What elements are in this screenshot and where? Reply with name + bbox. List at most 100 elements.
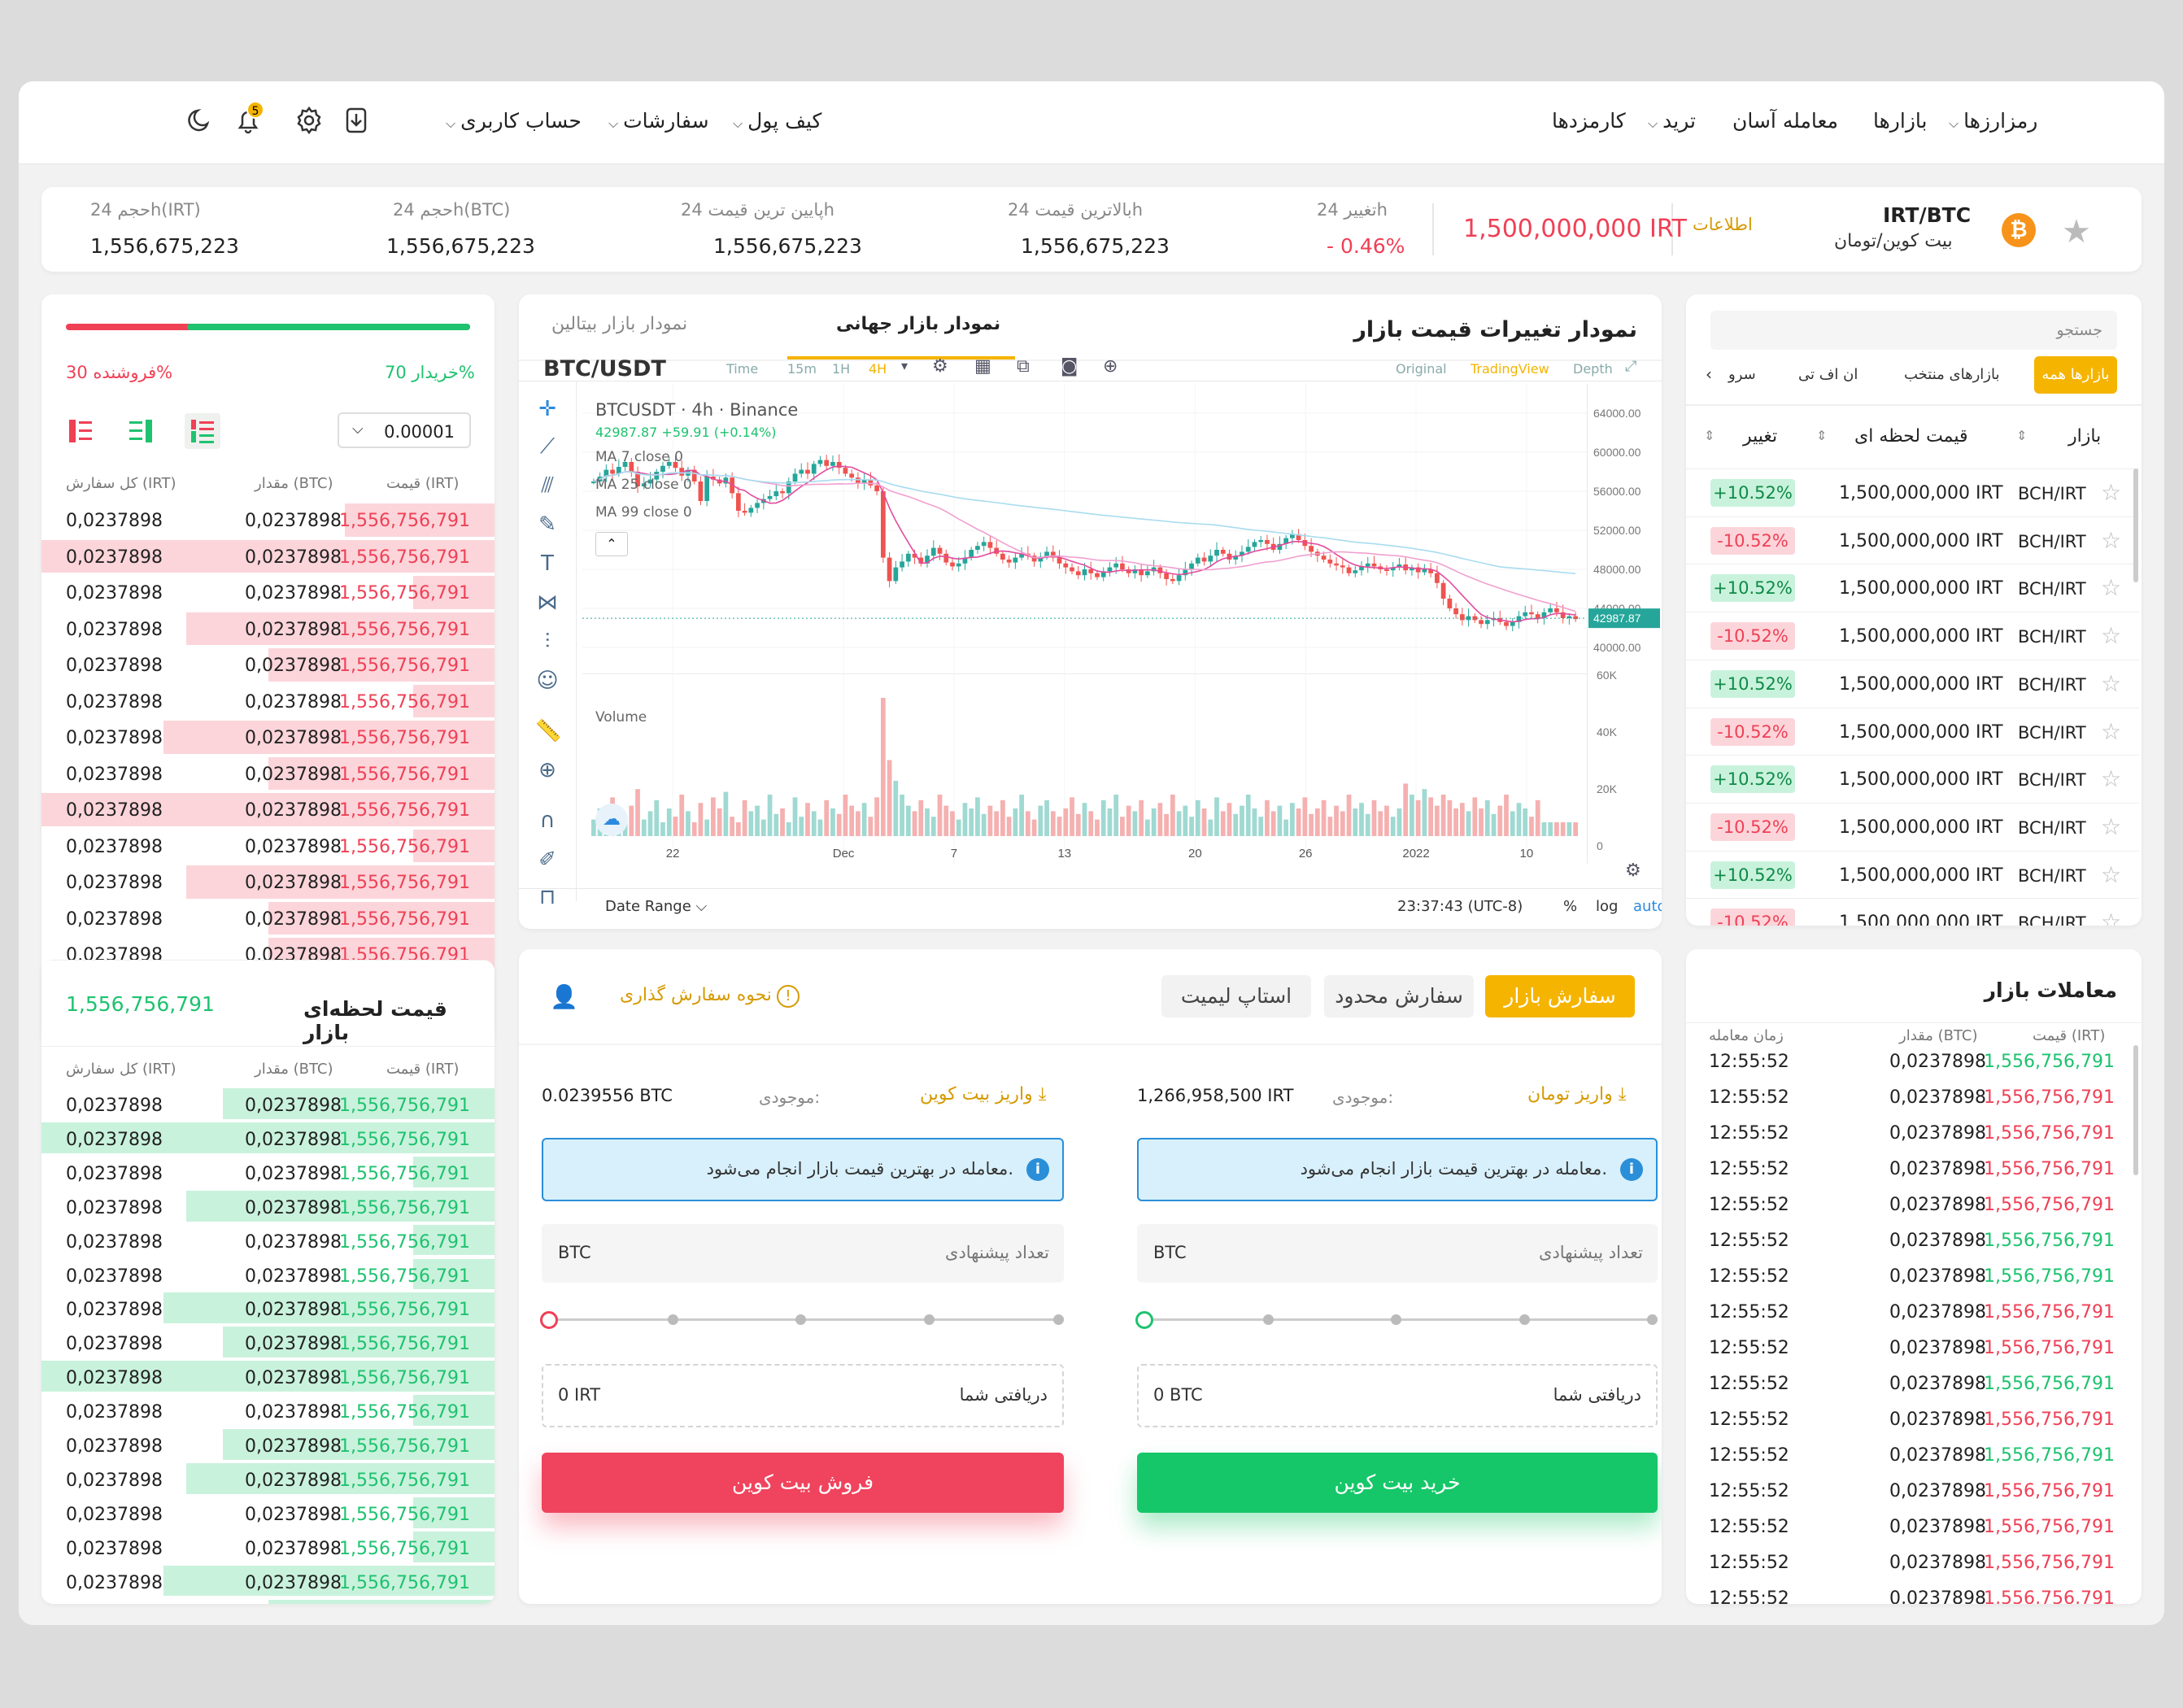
market-row[interactable]: +10.52% 1,500,000,000 IRT BCH/IRT ☆ (1686, 659, 2139, 707)
favorite-star-icon[interactable]: ☆ (2101, 765, 2121, 792)
tab-stop-limit[interactable]: استاپ لیمیت (1161, 975, 1311, 1017)
chart-settings-icon[interactable]: ⚙ (1625, 861, 1641, 881)
orderbook-row[interactable]: 1,556,756,7910,02378980,0237898 (41, 792, 495, 829)
view-both-icon[interactable] (185, 413, 220, 449)
buy-amount-input[interactable]: تعداد پیشنهادی BTC (1137, 1224, 1658, 1283)
magnet-icon[interactable]: ∩ (535, 808, 560, 833)
orderbook-row[interactable]: 1,556,756,7910,02378980,0237898 (41, 901, 495, 938)
orderbook-row[interactable]: 1,556,756,7910,02378980,0237898 (41, 1599, 495, 1604)
indicators-icon[interactable]: ⚙ (932, 356, 948, 377)
market-row[interactable]: -10.52% 1,500,000,000 IRT BCH/IRT ☆ (1686, 707, 2139, 755)
collapse-legend-button[interactable]: ⌃ (595, 532, 628, 556)
sort-icon[interactable]: ⇕ (1816, 428, 1827, 443)
orderbook-row[interactable]: 1,556,756,7910,02378980,0237898 (41, 575, 495, 612)
orderbook-row[interactable]: 1,556,756,7910,02378980,0237898 (41, 1156, 495, 1190)
market-row[interactable]: +10.52% 1,500,000,000 IRT BCH/IRT ☆ (1686, 850, 2139, 898)
market-row[interactable]: +10.52% 1,500,000,000 IRT BCH/IRT ☆ (1686, 564, 2139, 611)
orderbook-row[interactable]: 1,556,756,7910,02378980,0237898 (41, 1531, 495, 1565)
crosshair-icon[interactable]: ✛ (535, 397, 560, 421)
tab-bitalin-chart[interactable]: نمودار بازار بیتالین (551, 314, 687, 334)
date-range-button[interactable]: Date Range ⌵ (605, 898, 707, 915)
emoji-icon[interactable]: ☺ (535, 669, 560, 693)
zoom-in-icon[interactable]: ⊕ (535, 758, 560, 782)
orderbook-row[interactable]: 1,556,756,7910,02378980,0237898 (41, 1258, 495, 1292)
nav-crypto[interactable]: ⌵ رمزارزها (1949, 109, 2037, 133)
slider-step[interactable] (795, 1314, 806, 1325)
orderbook-row[interactable]: 1,556,756,7910,02378980,0237898 (41, 612, 495, 648)
col-market[interactable]: بازار (2068, 426, 2101, 447)
pattern-tool-icon[interactable]: ⋈ (535, 590, 560, 615)
sort-icon[interactable]: ⇕ (2016, 428, 2027, 443)
ruler-icon[interactable]: 📏 (535, 719, 561, 743)
orderbook-row[interactable]: 1,556,756,7910,02378980,0237898 (41, 1122, 495, 1156)
scale-percent[interactable]: % (1563, 898, 1577, 915)
view-depth[interactable]: Depth (1573, 361, 1613, 377)
orderbook-row[interactable]: 1,556,756,7910,02378980,0237898 (41, 503, 495, 539)
orderbook-row[interactable]: 1,556,756,7910,02378980,0237898 (41, 1394, 495, 1428)
nav-easy-trade[interactable]: معامله آسان (1732, 109, 1838, 133)
nav-fees[interactable]: کارمزدها (1552, 109, 1626, 133)
tab-market-order[interactable]: سفارش بازار (1485, 975, 1635, 1017)
orderbook-row[interactable]: 1,556,756,7910,02378980,0237898 (41, 684, 495, 721)
favorite-star-icon[interactable]: ☆ (2101, 861, 2121, 888)
favorite-star-icon[interactable]: ☆ (2101, 718, 2121, 745)
sort-icon[interactable]: ⇕ (1704, 428, 1715, 443)
timeframe-time[interactable]: Time (726, 361, 758, 377)
orderbook-row[interactable]: 1,556,756,7910,02378980,0237898 (41, 647, 495, 684)
slider-handle[interactable] (540, 1311, 558, 1329)
orderbook-row[interactable]: 1,556,756,7910,02378980,0237898 (41, 1462, 495, 1497)
grid-layout-icon[interactable]: ▦ (974, 356, 991, 377)
scrollbar[interactable] (2133, 1045, 2138, 1175)
trendline-icon[interactable]: ⟋ (535, 434, 560, 459)
price-chart[interactable]: 64000.00 60000.00 56000.00 52000.00 48000.00… (582, 384, 1662, 864)
orderbook-row[interactable]: 1,556,756,7910,02378980,0237898 (41, 1565, 495, 1599)
orderbook-row[interactable]: 1,556,756,7910,02378980,0237898 (41, 865, 495, 901)
slider-step[interactable] (1647, 1314, 1658, 1325)
orderbook-row[interactable]: 1,556,756,7910,02378980,0237898 (41, 1497, 495, 1531)
col-current-price[interactable]: قیمت لحظه ای (1854, 426, 1968, 447)
timeframe-15m[interactable]: 15m (787, 361, 817, 377)
add-indicator-icon[interactable]: ⊕ (1103, 356, 1118, 377)
camera-icon[interactable]: ◙ (1061, 356, 1078, 377)
market-search-input[interactable]: جستجو (1710, 311, 2117, 350)
deposit-toman-link[interactable]: واریز تومان ⤓ (1527, 1084, 1626, 1105)
view-tradingview[interactable]: TradingView (1471, 361, 1549, 377)
tab-more[interactable]: سرو (1728, 366, 1756, 383)
slider-step[interactable] (1263, 1314, 1274, 1325)
scale-auto[interactable]: auto (1633, 898, 1662, 915)
market-row[interactable]: +10.52% 1,500,000,000 IRT BCH/IRT ☆ (1686, 468, 2139, 516)
precision-select[interactable]: ⌵ 0.00001 (338, 412, 471, 448)
slider-step[interactable] (924, 1314, 935, 1325)
sell-amount-input[interactable]: تعداد پیشنهادی BTC (542, 1224, 1064, 1283)
timeframe-1h[interactable]: 1H (832, 361, 850, 377)
deposit-bitcoin-link[interactable]: واریز بیت کوین ⤓ (920, 1084, 1046, 1105)
market-row[interactable]: -10.52% 1,500,000,000 IRT BCH/IRT ☆ (1686, 802, 2139, 850)
text-tool-icon[interactable]: T (535, 551, 560, 576)
orderbook-row[interactable]: 1,556,756,7910,02378980,0237898 (41, 829, 495, 865)
slider-step[interactable] (1519, 1314, 1530, 1325)
info-link[interactable]: اطلاعات (1693, 215, 1753, 234)
view-bids-only-icon[interactable] (126, 416, 155, 446)
orderbook-row[interactable]: 1,556,756,7910,02378980,0237898 (41, 720, 495, 756)
chevron-left-icon[interactable]: ‹ (1706, 364, 1712, 384)
favorite-star-icon[interactable]: ☆ (2101, 527, 2121, 554)
tab-all-markets[interactable]: بازارها همه (2034, 356, 2117, 394)
brush-icon[interactable]: ✎ (535, 512, 560, 537)
orderbook-row[interactable]: 1,556,756,7910,02378980,0237898 (41, 1326, 495, 1360)
tab-limit-order[interactable]: سفارش محدود (1324, 975, 1474, 1017)
timeframe-4h[interactable]: 4H (869, 361, 887, 377)
favorite-star-icon[interactable]: ☆ (2101, 908, 2121, 926)
pencil-lock-icon[interactable]: ✐ (535, 847, 560, 872)
favorite-star-icon[interactable]: ☆ (2101, 574, 2121, 601)
orderbook-row[interactable]: 1,556,756,7910,02378980,0237898 (41, 1190, 495, 1224)
nav-wallet[interactable]: ⌵ کیف پول (733, 109, 821, 133)
slider-step[interactable] (1053, 1314, 1064, 1325)
settings-gear-icon[interactable] (293, 104, 325, 137)
favorite-star-icon[interactable]: ☆ (2101, 813, 2121, 840)
orderbook-row[interactable]: 1,556,756,7910,02378980,0237898 (41, 756, 495, 793)
candle-type-icon[interactable]: ⧉ (1017, 356, 1030, 377)
orderbook-row[interactable]: 1,556,756,7910,02378980,0237898 (41, 1428, 495, 1462)
market-row[interactable]: -10.52% 1,500,000,000 IRT BCH/IRT ☆ (1686, 612, 2139, 659)
favorite-star-icon[interactable]: ☆ (2101, 670, 2121, 697)
orderbook-row[interactable]: 1,556,756,7910,02378980,0237898 (41, 1087, 495, 1122)
